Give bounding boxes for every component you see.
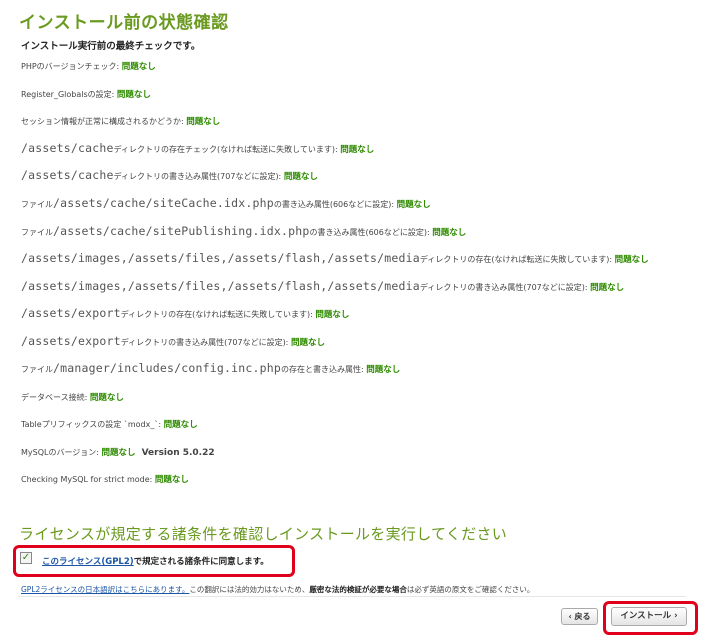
check-label: PHPのバージョンチェック: [21, 62, 122, 71]
check-row: ファイル/manager/includes/config.inc.phpの存在と… [21, 361, 400, 377]
check-description: の書き込み属性(606などに設定): [273, 200, 397, 209]
check-label: Tableプリフィックスの設定 `modx_`: [21, 420, 164, 429]
note-text-2: は必ず英語の原文をご確認ください。 [406, 585, 535, 594]
check-row: ファイル/assets/cache/sitePublishing.idx.php… [21, 224, 466, 240]
check-row: /assets/cacheディレクトリの存在チェック(なければ転送に失敗していま… [21, 141, 374, 157]
check-status-ok: 問題なし [290, 338, 325, 348]
check-status-ok: 問題なし [116, 90, 151, 100]
footer-divider [18, 596, 686, 597]
check-row: ファイル/assets/cache/siteCache.idx.phpの書き込み… [21, 196, 431, 212]
check-label: Checking MySQL for strict mode: [21, 475, 155, 484]
check-row: /assets/exportディレクトリの書き込み属性(707などに設定): 問… [21, 334, 325, 350]
check-path: /assets/cache [21, 141, 114, 155]
check-path: /assets/images,/assets/files,/assets/fla… [21, 251, 420, 265]
license-heading: ライセンスが規定する諸条件を確認しインストールを実行してください [19, 525, 508, 543]
check-row: Tableプリフィックスの設定 `modx_`: 問題なし [21, 416, 198, 432]
check-label: MySQLのバージョン: [21, 448, 102, 457]
page-subtitle: インストール実行前の最終チェックです。 [21, 41, 201, 52]
license-agree-label[interactable]: このライセンス(GPL2)で規定される諸条件に同意します。 [42, 555, 269, 567]
check-status-ok: 問題なし [186, 117, 221, 127]
check-row: /assets/images,/assets/files,/assets/fla… [21, 251, 649, 267]
license-agree-rest: で規定される諸条件に同意します。 [133, 557, 269, 567]
back-button[interactable]: ‹ 戻る [561, 608, 598, 625]
check-path: /assets/export [21, 334, 121, 348]
check-description: ディレクトリの書き込み属性(707などに設定): [113, 172, 284, 181]
check-row: /assets/images,/assets/files,/assets/fla… [21, 279, 624, 295]
translation-link[interactable]: GPL2ライセンスの日本語訳はこちらにあります。 [21, 585, 189, 594]
check-description: ディレクトリの存在(なければ転送に失敗しています): [120, 310, 316, 319]
check-label: Register_Globalsの設定: [21, 90, 117, 99]
check-row: PHPのバージョンチェック: 問題なし [21, 58, 156, 74]
check-description: の存在と書き込み属性: [280, 365, 367, 374]
check-path: /assets/cache [21, 168, 114, 182]
mysql-version: Version 5.0.22 [141, 448, 215, 458]
license-agree-checkbox[interactable]: ✓ [20, 552, 32, 564]
check-path: /manager/includes/config.inc.php [53, 361, 281, 375]
check-description: の書き込み属性(606などに設定): [309, 228, 433, 237]
check-label: ファイル [21, 228, 53, 237]
check-path: /assets/images,/assets/files,/assets/fla… [21, 279, 420, 293]
check-status-ok: 問題なし [101, 448, 136, 458]
check-description: ディレクトリの存在(なければ転送に失敗しています): [419, 255, 615, 264]
check-row: Register_Globalsの設定: 問題なし [21, 86, 151, 102]
check-row: MySQLのバージョン: 問題なし Version 5.0.22 [21, 444, 215, 460]
check-status-ok: 問題なし [283, 172, 318, 182]
check-row: /assets/exportディレクトリの存在(なければ転送に失敗しています):… [21, 306, 349, 322]
check-label: ファイル [21, 365, 53, 374]
check-status-ok: 問題なし [590, 283, 625, 293]
check-path: /assets/cache/siteCache.idx.php [53, 196, 274, 210]
license-link[interactable]: このライセンス(GPL2) [42, 557, 134, 567]
check-status-ok: 問題なし [396, 200, 431, 210]
check-status-ok: 問題なし [163, 420, 198, 430]
check-row: データベース接続: 問題なし [21, 389, 124, 405]
check-row: /assets/cacheディレクトリの書き込み属性(707などに設定): 問題… [21, 168, 318, 184]
check-row: セッション情報が正常に構成されるかどうか: 問題なし [21, 113, 220, 129]
page-title: インストール前の状態確認 [19, 13, 229, 33]
check-label: セッション情報が正常に構成されるかどうか: [21, 117, 187, 126]
install-button[interactable]: インストール › [611, 607, 687, 626]
install-check-page: インストール前の状態確認 インストール実行前の最終チェックです。 PHPのバージ… [0, 0, 703, 641]
check-description: ディレクトリの書き込み属性(707などに設定): [419, 283, 591, 292]
note-bold-text: 厳密な法的検証が必要な場合 [309, 585, 407, 594]
check-description: ディレクトリの存在チェック(なければ転送に失敗しています): [113, 145, 341, 154]
note-text-1: この翻訳には法的効力はないため、 [189, 585, 310, 594]
check-status-ok: 問題なし [89, 393, 124, 403]
check-label: ファイル [21, 200, 53, 209]
check-status-ok: 問題なし [432, 228, 467, 238]
check-label: データベース接続: [21, 393, 90, 402]
check-status-ok: 問題なし [315, 310, 350, 320]
check-status-ok: 問題なし [614, 255, 649, 265]
check-description: ディレクトリの書き込み属性(707などに設定): [120, 338, 291, 347]
check-status-ok: 問題なし [366, 365, 401, 375]
check-status-ok: 問題なし [154, 475, 189, 485]
translation-note: GPL2ライセンスの日本語訳はこちらにあります。この翻訳には法的効力はないため、… [21, 584, 534, 595]
check-row: Checking MySQL for strict mode: 問題なし [21, 471, 189, 487]
check-status-ok: 問題なし [340, 145, 375, 155]
check-status-ok: 問題なし [121, 62, 156, 72]
check-path: /assets/cache/sitePublishing.idx.php [53, 224, 310, 238]
check-path: /assets/export [21, 306, 121, 320]
